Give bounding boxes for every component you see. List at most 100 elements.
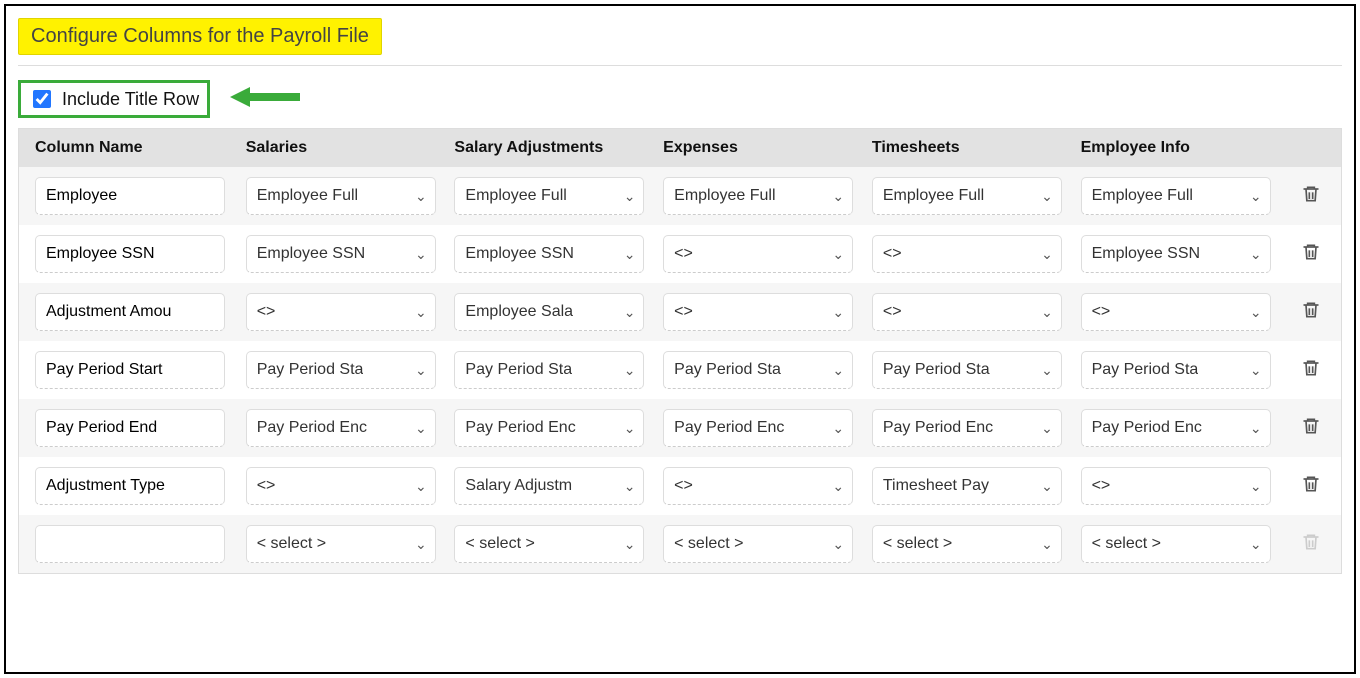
select-value: Pay Period Enc — [883, 419, 993, 437]
employee-info-select[interactable]: Employee SSN⌄ — [1081, 235, 1271, 273]
chevron-down-icon: ⌄ — [624, 420, 636, 437]
chevron-down-icon: ⌄ — [624, 536, 636, 553]
chevron-down-icon: ⌄ — [415, 362, 427, 379]
chevron-down-icon: ⌄ — [1041, 478, 1053, 495]
header-column-name: Column Name — [27, 139, 246, 157]
timesheets-select[interactable]: <>⌄ — [872, 293, 1062, 331]
timesheets-select[interactable]: Employee Full⌄ — [872, 177, 1062, 215]
salary-adjustments-select[interactable]: Salary Adjustm ⌄ — [454, 467, 644, 505]
chevron-down-icon: ⌄ — [415, 420, 427, 437]
chevron-down-icon: ⌄ — [1250, 362, 1262, 379]
header-expenses: Expenses — [663, 139, 872, 157]
salaries-select[interactable]: Pay Period Sta⌄ — [246, 351, 436, 389]
delete-row-icon[interactable] — [1301, 300, 1321, 325]
salary-adjustments-select[interactable]: Pay Period Sta⌄ — [454, 351, 644, 389]
chevron-down-icon: ⌄ — [1250, 188, 1262, 205]
select-value: Pay Period Enc — [674, 419, 784, 437]
salaries-select[interactable]: Employee Full⌄ — [246, 177, 436, 215]
select-value: <> — [883, 303, 902, 321]
select-value: <> — [883, 245, 902, 263]
employee-info-select[interactable]: Employee Full ⌄ — [1081, 177, 1271, 215]
select-value: < select > — [257, 535, 326, 553]
delete-row-icon[interactable] — [1301, 358, 1321, 383]
table-row: <>⌄Salary Adjustm⌄<>⌄Timesheet Pay⌄<>⌄ — [19, 457, 1341, 515]
chevron-down-icon: ⌄ — [832, 246, 844, 263]
salary-adjustments-select[interactable]: Pay Period Enc ⌄ — [454, 409, 644, 447]
select-value: Pay Period Enc — [465, 419, 575, 437]
select-value: Employee Full — [1092, 187, 1193, 205]
columns-table: Column Name Salaries Salary Adjustments … — [18, 128, 1342, 574]
header-timesheets: Timesheets — [872, 139, 1081, 157]
table-row: <>⌄Employee Sala⌄<>⌄<>⌄<>⌄ — [19, 283, 1341, 341]
column-name-input[interactable] — [35, 293, 225, 331]
timesheets-select[interactable]: <>⌄ — [872, 235, 1062, 273]
select-value: < select > — [883, 535, 952, 553]
chevron-down-icon: ⌄ — [1041, 536, 1053, 553]
salaries-select[interactable]: Pay Period Enc ⌄ — [246, 409, 436, 447]
delete-row-icon[interactable] — [1301, 474, 1321, 499]
delete-row-icon[interactable] — [1301, 242, 1321, 267]
arrow-left-icon — [230, 84, 300, 115]
delete-row-icon[interactable] — [1301, 184, 1321, 209]
select-value: <> — [257, 303, 276, 321]
column-name-input[interactable] — [35, 409, 225, 447]
timesheets-select[interactable]: Pay Period Sta⌄ — [872, 351, 1062, 389]
chevron-down-icon: ⌄ — [624, 478, 636, 495]
employee-info-select[interactable]: Pay Period Enc⌄ — [1081, 409, 1271, 447]
header-employee-info: Employee Info — [1081, 139, 1290, 157]
select-value: Salary Adjustm — [465, 477, 572, 495]
select-value: Timesheet Pay — [883, 477, 989, 495]
chevron-down-icon: ⌄ — [1041, 420, 1053, 437]
select-value: Employee SSN — [257, 245, 366, 263]
expenses-select[interactable]: < select >⌄ — [663, 525, 853, 563]
chevron-down-icon: ⌄ — [1041, 188, 1053, 205]
column-name-input[interactable] — [35, 177, 225, 215]
salaries-select[interactable]: Employee SSN ⌄ — [246, 235, 436, 273]
salary-adjustments-select[interactable]: Employee Sala⌄ — [454, 293, 644, 331]
chevron-down-icon: ⌄ — [415, 246, 427, 263]
table-row: Pay Period Enc ⌄ Pay Period Enc ⌄ Pay Period… — [19, 399, 1341, 457]
include-title-row-checkbox[interactable] — [33, 90, 51, 108]
salaries-select[interactable]: <> ⌄ — [246, 293, 436, 331]
employee-info-select[interactable]: <>⌄ — [1081, 293, 1271, 331]
table-header-row: Column Name Salaries Salary Adjustments … — [19, 129, 1341, 167]
salary-adjustments-select[interactable]: Employee SSN⌄ — [454, 235, 644, 273]
select-value: <> — [257, 477, 276, 495]
chevron-down-icon: ⌄ — [832, 304, 844, 321]
column-name-input[interactable] — [35, 235, 225, 273]
select-value: Employee Sala — [465, 303, 573, 321]
divider — [18, 65, 1342, 66]
select-value: Pay Period Enc — [257, 419, 367, 437]
table-row: < select >⌄< select >⌄< select >⌄< selec… — [19, 515, 1341, 573]
expenses-select[interactable]: Pay Period Sta⌄ — [663, 351, 853, 389]
salary-adjustments-select[interactable]: Employee Full⌄ — [454, 177, 644, 215]
chevron-down-icon: ⌄ — [415, 478, 427, 495]
expenses-select[interactable]: Employee Full⌄ — [663, 177, 853, 215]
salaries-select[interactable]: < select >⌄ — [246, 525, 436, 563]
select-value: Employee SSN — [1092, 245, 1201, 263]
expenses-select[interactable]: <>⌄ — [663, 293, 853, 331]
chevron-down-icon: ⌄ — [415, 304, 427, 321]
column-name-input[interactable] — [35, 525, 225, 563]
chevron-down-icon: ⌄ — [624, 246, 636, 263]
select-value: < select > — [674, 535, 743, 553]
timesheets-select[interactable]: Pay Period Enc ⌄ — [872, 409, 1062, 447]
column-name-input[interactable] — [35, 351, 225, 389]
expenses-select[interactable]: Pay Period Enc⌄ — [663, 409, 853, 447]
delete-row-icon[interactable] — [1301, 416, 1321, 441]
timesheets-select[interactable]: < select > ⌄ — [872, 525, 1062, 563]
chevron-down-icon: ⌄ — [1041, 362, 1053, 379]
employee-info-select[interactable]: < select >⌄ — [1081, 525, 1271, 563]
select-value: Pay Period Sta — [465, 361, 572, 379]
employee-info-select[interactable]: Pay Period Sta⌄ — [1081, 351, 1271, 389]
timesheets-select[interactable]: Timesheet Pay ⌄ — [872, 467, 1062, 505]
expenses-select[interactable]: <>⌄ — [663, 235, 853, 273]
select-value: < select > — [1092, 535, 1161, 553]
select-value: Employee Full — [257, 187, 358, 205]
column-name-input[interactable] — [35, 467, 225, 505]
salary-adjustments-select[interactable]: < select >⌄ — [454, 525, 644, 563]
expenses-select[interactable]: <>⌄ — [663, 467, 853, 505]
select-value: <> — [1092, 477, 1111, 495]
salaries-select[interactable]: <> ⌄ — [246, 467, 436, 505]
employee-info-select[interactable]: <>⌄ — [1081, 467, 1271, 505]
